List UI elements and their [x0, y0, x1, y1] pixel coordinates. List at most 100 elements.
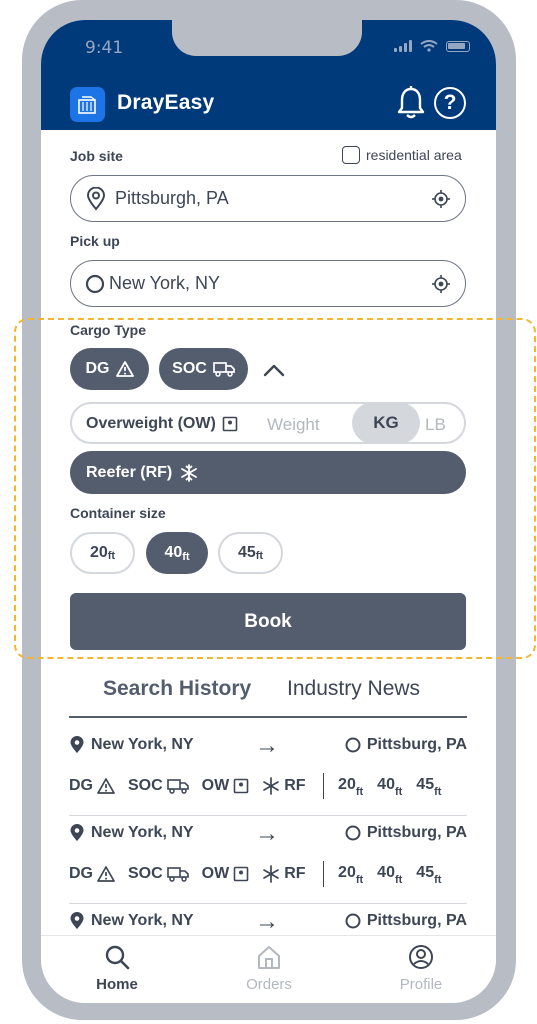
- cargo-soc-label: SOC: [172, 360, 207, 377]
- origin-circle-icon: [345, 737, 361, 753]
- app-screen: 9:41 DrayEasy ? Job site residential are…: [41, 20, 496, 1003]
- warning-icon: [97, 866, 115, 882]
- size-45-number: 45: [237, 544, 256, 561]
- size-45: 45ft: [416, 776, 442, 799]
- checkbox-box[interactable]: [342, 146, 360, 164]
- size-number: 40: [377, 863, 395, 881]
- size-unit: ft: [107, 550, 116, 562]
- route-arrow-icon: →: [255, 820, 279, 847]
- tab-industry-news[interactable]: Industry News: [287, 677, 420, 701]
- residential-label: residential area: [366, 147, 462, 163]
- container-size-label: Container size: [70, 505, 166, 521]
- pickup-value: New York, NY: [109, 273, 221, 293]
- size-number: 40: [377, 775, 395, 793]
- snowflake-icon: [263, 865, 280, 883]
- search-icon: [105, 945, 130, 970]
- route-arrow-icon: →: [255, 908, 279, 935]
- origin-circle-icon: [345, 825, 361, 841]
- history-divider: [69, 903, 467, 904]
- history-divider: [69, 815, 467, 816]
- size-40-button[interactable]: 40 ft: [146, 532, 208, 574]
- size-unit: ft: [434, 786, 442, 799]
- size-unit: ft: [434, 874, 442, 887]
- route-to-label: Pittsburg, PA: [366, 736, 467, 753]
- status-time: 9:41: [85, 38, 124, 58]
- history-route: New York, NY → Pittsburg, PA: [69, 908, 467, 935]
- cargo-soc: SOC: [128, 777, 189, 795]
- size-unit: ft: [394, 786, 403, 799]
- tab-search-history[interactable]: Search History: [103, 677, 251, 701]
- scale-icon: [233, 866, 249, 882]
- size-20: 20ft: [338, 863, 363, 886]
- size-unit: ft: [394, 874, 403, 887]
- history-route: New York, NY → Pittsburg, PA: [69, 820, 467, 847]
- size-40: 40ft: [377, 863, 403, 887]
- size-unit: ft: [182, 551, 190, 563]
- warning-icon: [97, 778, 115, 794]
- divider: [322, 773, 325, 799]
- scale-icon: [233, 778, 249, 794]
- size-20: 20ft: [338, 776, 364, 799]
- bell-icon[interactable]: [396, 86, 426, 120]
- cargo-rf-text: RF: [284, 777, 306, 794]
- divider: [322, 861, 325, 887]
- truck-icon: [212, 362, 235, 377]
- tab-underline: [69, 716, 467, 718]
- unit-lb-button[interactable]: LB: [425, 415, 446, 435]
- home-icon: [258, 946, 280, 969]
- nav-orders[interactable]: Orders: [224, 944, 314, 993]
- nav-home[interactable]: Home: [72, 944, 162, 993]
- container-logo-icon: [77, 95, 96, 114]
- map-pin-icon: [70, 736, 84, 753]
- cargo-soc-text: SOC: [128, 777, 163, 794]
- size-unit: ft: [355, 786, 364, 799]
- nav-profile[interactable]: Profile: [376, 944, 466, 993]
- overweight-label: Overweight (OW): [86, 415, 216, 432]
- job-site-input[interactable]: Pittsburgh, PA: [70, 175, 466, 222]
- cargo-type-label: Cargo Type: [70, 322, 146, 338]
- nav-home-label: Home: [96, 976, 138, 993]
- book-button[interactable]: Book: [70, 593, 466, 650]
- overweight-row[interactable]: Overweight (OW) Weight KG LB: [70, 402, 466, 444]
- residential-checkbox[interactable]: residential area: [342, 146, 462, 164]
- job-site-label: Job site: [70, 148, 123, 164]
- bottom-nav: Home Orders Profile: [41, 935, 496, 1003]
- cargo-ow: OW: [202, 865, 250, 883]
- truck-icon: [166, 867, 189, 882]
- size-45-button[interactable]: 45 ft: [218, 532, 283, 574]
- route-to: Pittsburg, PA: [345, 824, 467, 842]
- weight-input[interactable]: Weight: [267, 415, 320, 435]
- route-to: Pittsburg, PA: [345, 912, 467, 930]
- cargo-ow-text: OW: [201, 777, 230, 794]
- route-to: Pittsburg, PA: [345, 736, 467, 754]
- cargo-soc-button[interactable]: SOC: [159, 348, 248, 390]
- overweight-toggle[interactable]: Overweight (OW): [86, 415, 238, 433]
- scale-icon: [222, 416, 238, 432]
- cargo-dg-button[interactable]: DG: [70, 348, 149, 390]
- locate-icon[interactable]: [431, 274, 451, 294]
- route-from-label: New York, NY: [91, 912, 194, 929]
- chevron-up-icon[interactable]: [263, 363, 285, 377]
- route-from: New York, NY: [69, 824, 194, 842]
- unit-kg-button[interactable]: KG: [352, 402, 420, 444]
- pickup-input[interactable]: New York, NY: [70, 260, 466, 307]
- locate-icon[interactable]: [431, 189, 451, 209]
- size-20-button[interactable]: 20 ft: [70, 532, 135, 574]
- cargo-dg: DG: [69, 777, 115, 795]
- battery-icon: [446, 40, 470, 52]
- origin-circle-icon: [345, 913, 361, 929]
- cargo-ow-text: OW: [201, 865, 230, 882]
- history-route: New York, NY → Pittsburg, PA: [69, 732, 467, 759]
- status-icons: [394, 40, 470, 52]
- route-from: New York, NY: [69, 736, 194, 754]
- reefer-button[interactable]: Reefer (RF): [70, 451, 466, 494]
- size-number: 45: [416, 863, 435, 881]
- device-notch: [172, 20, 362, 56]
- app-title: DrayEasy: [117, 91, 215, 114]
- profile-icon: [409, 945, 433, 969]
- help-icon[interactable]: ?: [434, 87, 466, 119]
- size-unit: ft: [255, 550, 264, 562]
- cargo-soc-text: SOC: [128, 865, 163, 882]
- cargo-rf: RF: [262, 865, 306, 883]
- size-number: 20: [338, 863, 356, 881]
